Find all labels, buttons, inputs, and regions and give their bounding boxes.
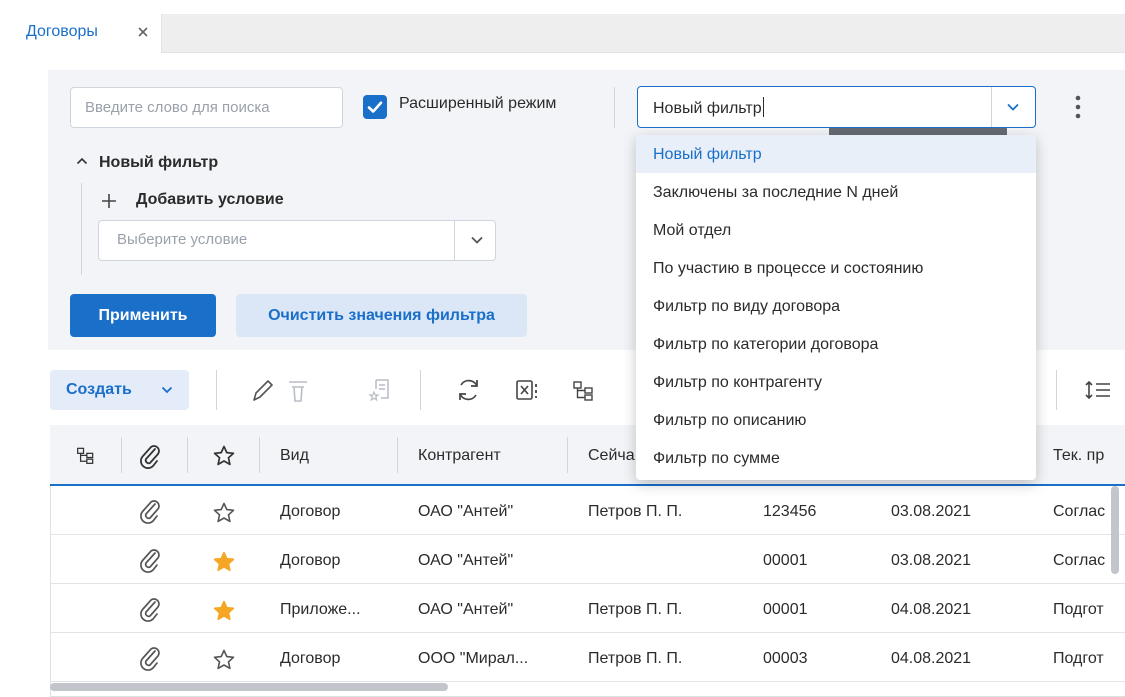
hierarchy-icon[interactable] [572,376,596,404]
filter-select-value[interactable]: Новый фильтр [653,97,764,118]
column-divider [121,437,122,473]
column-header-kind[interactable]: Вид [280,447,309,465]
document-star-icon[interactable] [368,376,394,404]
column-header-stage[interactable]: Тек. пр [1053,447,1123,465]
column-divider [397,437,398,473]
filter-option[interactable]: По участию в процессе и состоянию [636,249,1036,287]
cell-counterparty: ООО "Мирал... [418,650,529,667]
attachment-icon[interactable] [138,498,162,524]
chevron-up-icon[interactable] [76,156,88,166]
cell-date: 03.08.2021 [891,503,972,520]
cell-stage: Подгот [1053,601,1104,618]
attachment-icon[interactable] [138,596,162,622]
cell-date: 04.08.2021 [891,650,972,667]
cell-date: 03.08.2021 [891,552,972,569]
cell-number: 123456 [763,503,817,520]
star-outline-icon[interactable] [212,648,236,672]
filter-group-title[interactable]: Новый фильтр [99,154,218,172]
condition-placeholder: Выберите условие [117,231,248,248]
tree-line [81,183,82,275]
hierarchy-icon[interactable] [76,443,96,467]
chevron-down-icon [161,386,173,394]
search-input[interactable] [70,87,343,128]
column-header-counterparty[interactable]: Контрагент [418,447,501,465]
cell-responsible: Петров П. П. [588,650,683,667]
row-height-icon[interactable] [1084,376,1112,404]
cell-responsible: Петров П. П. [588,601,683,618]
cell-date: 04.08.2021 [891,601,972,618]
add-condition-button[interactable]: Добавить условие [136,191,284,209]
clear-filter-button[interactable]: Очистить значения фильтра [236,294,527,337]
create-label: Создать [66,381,132,398]
cell-kind: Договор [280,552,341,569]
filter-option[interactable]: Фильтр по контрагенту [636,363,1036,401]
attachment-icon[interactable] [138,443,162,469]
column-divider [567,437,568,473]
attachment-icon[interactable] [138,547,162,573]
row-divider [50,681,1125,682]
cell-counterparty: ОАО "Антей" [418,601,514,618]
filter-option[interactable]: Мой отдел [636,211,1036,249]
column-divider [187,437,188,473]
extended-mode-checkbox[interactable] [363,95,387,119]
column-header-responsible[interactable]: Сейча [588,447,635,465]
toolbar-divider [420,370,421,410]
cell-kind: Договор [280,650,341,667]
tab-strip [18,14,1125,53]
cell-kind: Договор [280,503,341,520]
row-divider [50,534,1125,535]
cell-counterparty: ОАО "Антей" [418,552,514,569]
create-button[interactable]: Создать [50,370,189,410]
star-filled-icon[interactable] [212,550,236,574]
tab-label: Договоры [26,23,98,40]
delete-icon[interactable] [285,376,311,404]
star-outline-icon[interactable] [212,501,236,525]
edit-icon[interactable] [249,376,275,404]
filter-dropdown-menu: Новый фильтр Заключены за последние N дне… [636,135,1036,480]
apply-button[interactable]: Применить [70,294,216,337]
vertical-scrollbar[interactable] [1111,486,1119,574]
cell-stage: Соглас [1053,552,1106,569]
condition-select[interactable]: Выберите условие [98,220,496,261]
column-divider [259,437,260,473]
toolbar-divider [216,370,217,410]
filter-select[interactable]: Новый фильтр [637,86,1036,128]
filter-option[interactable]: Заключены за последние N дней [636,173,1036,211]
attachment-icon[interactable] [138,645,162,671]
filter-option[interactable]: Фильтр по сумме [636,439,1036,477]
more-options-icon[interactable] [1068,94,1088,120]
plus-icon[interactable] [100,192,118,210]
divider [614,87,615,128]
cell-stage: Соглас [1053,503,1106,520]
cell-counterparty: ОАО "Антей" [418,503,514,520]
horizontal-scrollbar[interactable] [50,683,448,691]
tab-contracts[interactable]: Договоры [18,14,162,53]
chevron-down-icon[interactable] [1006,102,1020,112]
header-accent-line [50,484,1125,486]
cell-number: 00003 [763,650,808,667]
refresh-icon[interactable] [454,376,484,404]
row-divider [50,632,1125,633]
toolbar-divider [1056,370,1057,410]
filter-option[interactable]: Новый фильтр [636,135,1036,173]
close-tab-icon[interactable] [137,26,149,38]
star-filled-icon[interactable] [212,599,236,623]
row-divider [50,583,1125,584]
cell-number: 00001 [763,552,808,569]
check-icon [367,101,383,113]
chevron-down-icon[interactable] [470,235,484,245]
star-outline-icon[interactable] [212,444,236,468]
filter-option[interactable]: Фильтр по виду договора [636,287,1036,325]
export-excel-icon[interactable] [514,376,542,404]
filter-option[interactable]: Фильтр по описанию [636,401,1036,439]
cell-kind: Приложе... [280,601,361,618]
cell-stage: Подгот [1053,650,1104,667]
cell-number: 00001 [763,601,808,618]
cell-responsible: Петров П. П. [588,503,683,520]
extended-mode-label: Расширенный режим [399,95,557,112]
filter-option[interactable]: Фильтр по категории договора [636,325,1036,363]
